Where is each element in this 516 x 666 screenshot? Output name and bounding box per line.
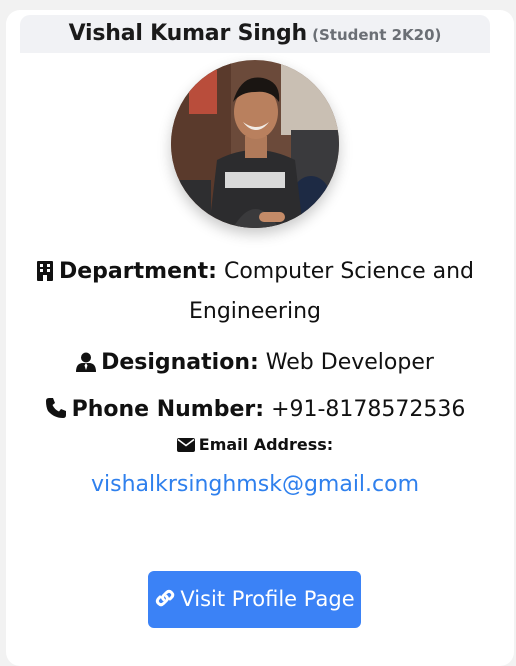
department-label: Department: xyxy=(59,259,217,284)
phone-value: +91-8178572536 xyxy=(271,397,466,422)
envelope-icon xyxy=(176,436,195,458)
phone-row: Phone Number: +91-8178572536 xyxy=(20,391,490,431)
phone-label: Phone Number: xyxy=(71,397,265,422)
user-tie-icon xyxy=(76,347,97,384)
designation-value: Web Developer xyxy=(265,350,434,375)
designation-label: Designation: xyxy=(101,350,259,375)
email-link[interactable]: vishalkrsinghmsk@gmail.com xyxy=(20,470,490,500)
profile-role: (Student 2K20) xyxy=(312,26,442,44)
visit-profile-button[interactable]: Visit Profile Page xyxy=(148,571,361,628)
page: Vishal Kumar Singh (Student 2K20) Depart… xyxy=(0,0,516,666)
phone-icon xyxy=(45,394,67,431)
avatar-photo xyxy=(171,60,339,228)
department-value: Computer Science and Engineering xyxy=(189,259,474,324)
designation-row: Designation: Web Developer xyxy=(20,344,490,384)
email-row: Email Address: xyxy=(20,434,490,458)
department-row: Department: Computer Science and Enginee… xyxy=(20,253,490,330)
building-icon xyxy=(36,256,54,293)
visit-profile-label: Visit Profile Page xyxy=(180,587,355,611)
card-header: Vishal Kumar Singh (Student 2K20) xyxy=(20,15,490,53)
link-icon xyxy=(154,574,176,631)
profile-name: Vishal Kumar Singh xyxy=(68,21,308,46)
avatar xyxy=(171,60,339,228)
email-label: Email Address: xyxy=(198,435,334,454)
